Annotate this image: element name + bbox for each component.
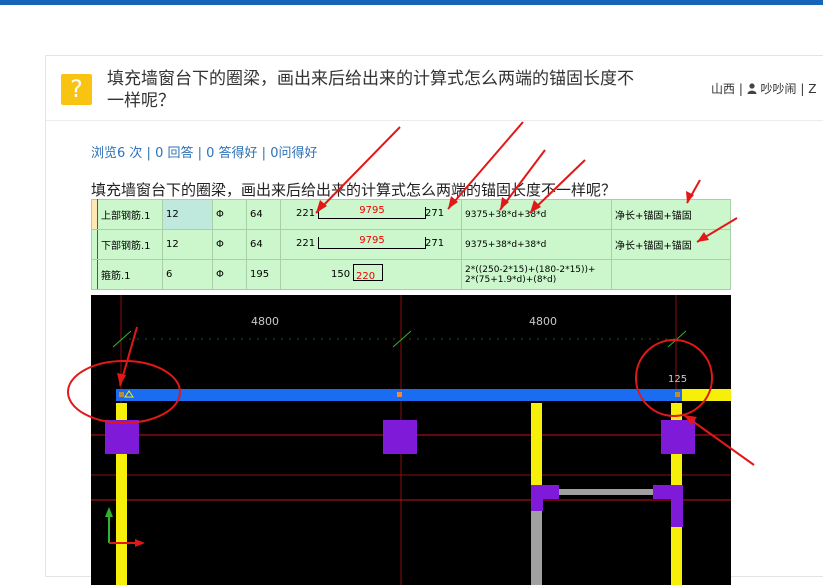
stats-separator: | xyxy=(142,146,156,161)
column xyxy=(531,485,543,511)
rebar-name: 下部钢筋.1 xyxy=(97,229,163,260)
question-mark-icon: ? xyxy=(61,74,92,105)
stirrup-shape: 150 220 xyxy=(280,259,462,290)
rebar-grade: Φ xyxy=(212,229,247,260)
meta-separator: | xyxy=(738,82,743,96)
shape-left-length: 221 xyxy=(296,208,316,219)
rebar-figure-no: 64 xyxy=(246,229,281,260)
table-row: 箍筋.1 6 Φ 195 150 220 2*((250-2*15)+(180-… xyxy=(91,259,731,290)
column xyxy=(661,420,695,454)
beam-end-marker xyxy=(675,392,680,397)
rebar-description xyxy=(611,259,731,290)
shape-right-length: 271 xyxy=(425,208,445,219)
rebar-grade: Φ xyxy=(212,259,247,290)
rebar-name: 箍筋.1 xyxy=(97,259,163,290)
question-card: ? 填充墙窗台下的圈梁，画出来后给出来的计算式怎么两端的锚固长度不 一样呢？ 山… xyxy=(45,55,823,585)
wall-gray xyxy=(531,511,542,585)
wall xyxy=(676,389,731,401)
rebar-grade: Φ xyxy=(212,199,247,230)
formula-line-1: 2*((250-2*15)+(180-2*15))+ xyxy=(465,264,596,275)
ucs-y-arrow xyxy=(105,507,113,517)
question-stats: 浏览6 次 | 0 回答 | 0 答得好 | 0问得好 xyxy=(91,142,317,161)
title-line-2: 一样呢？ xyxy=(107,91,175,111)
column xyxy=(383,420,417,454)
shape-main-length: 9795 xyxy=(318,206,426,219)
meta-tail: | Z xyxy=(800,82,817,96)
rebar-diameter: 12 xyxy=(162,229,213,260)
question-meta: 山西 | 吵吵闹 | Z xyxy=(711,80,816,97)
dimension-small: 125 xyxy=(668,374,687,385)
stats-separator: | xyxy=(257,146,271,161)
table-row: 下部钢筋.1 12 Φ 64 221 9795 271 9375+38*d+38… xyxy=(91,229,731,260)
rebar-diameter: 12 xyxy=(162,199,213,230)
rebar-description: 净长+锚固+锚固 xyxy=(611,199,731,230)
location: 山西 xyxy=(711,82,736,96)
dimension-right: 4800 xyxy=(529,315,557,328)
rebar-figure-no: 64 xyxy=(246,199,281,230)
wall-gray xyxy=(559,489,653,495)
shape-main-length: 9795 xyxy=(318,236,426,249)
column xyxy=(671,485,683,527)
cad-canvas: 4800 4800 125 xyxy=(91,295,731,585)
rebar-formula: 9375+38*d+38*d xyxy=(461,199,612,230)
beam-end-marker xyxy=(119,392,124,397)
attached-screenshot: 上部钢筋.1 12 Φ 64 221 9795 271 9375+38*d+38… xyxy=(91,199,731,585)
stats-separator: | xyxy=(193,146,207,161)
question-header: ? 填充墙窗台下的圈梁，画出来后给出来的计算式怎么两端的锚固长度不 一样呢？ 山… xyxy=(46,56,823,121)
formula-line-2: 2*(75+1.9*d)+(8*d) xyxy=(465,274,557,285)
good-answers-count: 0 答得好 xyxy=(206,146,258,161)
top-bar xyxy=(0,0,823,5)
username-link[interactable]: 吵吵闹 xyxy=(761,82,797,96)
cad-drawing: 4800 4800 125 xyxy=(91,295,731,585)
question-body-text: 填充墙窗台下的圈梁，画出来后给出来的计算式怎么两端的锚固长度不一样呢？ xyxy=(91,181,617,199)
rebar-shape: 221 9795 271 xyxy=(280,229,462,260)
ucs-x-arrow xyxy=(135,539,145,547)
question-title: 填充墙窗台下的圈梁，画出来后给出来的计算式怎么两端的锚固长度不 一样呢？ xyxy=(107,68,687,112)
good-question-count: 0问得好 xyxy=(270,146,318,161)
rebar-name: 上部钢筋.1 xyxy=(97,199,163,230)
column xyxy=(105,420,139,454)
rebar-formula: 9375+38*d+38*d xyxy=(461,229,612,260)
rebar-figure-no: 195 xyxy=(246,259,281,290)
rebar-diameter: 6 xyxy=(162,259,213,290)
dimension-tick xyxy=(667,330,687,348)
rebar-shape: 221 9795 271 xyxy=(280,199,462,230)
dimension-left: 4800 xyxy=(251,315,279,328)
rebar-table: 上部钢筋.1 12 Φ 64 221 9795 271 9375+38*d+38… xyxy=(91,199,731,290)
title-line-1: 填充墙窗台下的圈梁，画出来后给出来的计算式怎么两端的锚固长度不 xyxy=(107,69,634,89)
view-count: 浏览6 次 xyxy=(91,146,143,161)
shape-left-length: 221 xyxy=(296,238,316,249)
table-row: 上部钢筋.1 12 Φ 64 221 9795 271 9375+38*d+38… xyxy=(91,199,731,230)
shape-right-length: 271 xyxy=(425,238,445,249)
answer-count-link[interactable]: 0 回答 xyxy=(155,146,193,161)
beam-mid-marker xyxy=(397,392,402,397)
user-icon xyxy=(747,83,757,94)
stirrup-hook-length: 150 xyxy=(331,269,351,280)
stirrup-size: 220 xyxy=(353,264,383,282)
rebar-description: 净长+锚固+锚固 xyxy=(611,229,731,260)
rebar-formula: 2*((250-2*15)+(180-2*15))+ 2*(75+1.9*d)+… xyxy=(461,259,612,290)
